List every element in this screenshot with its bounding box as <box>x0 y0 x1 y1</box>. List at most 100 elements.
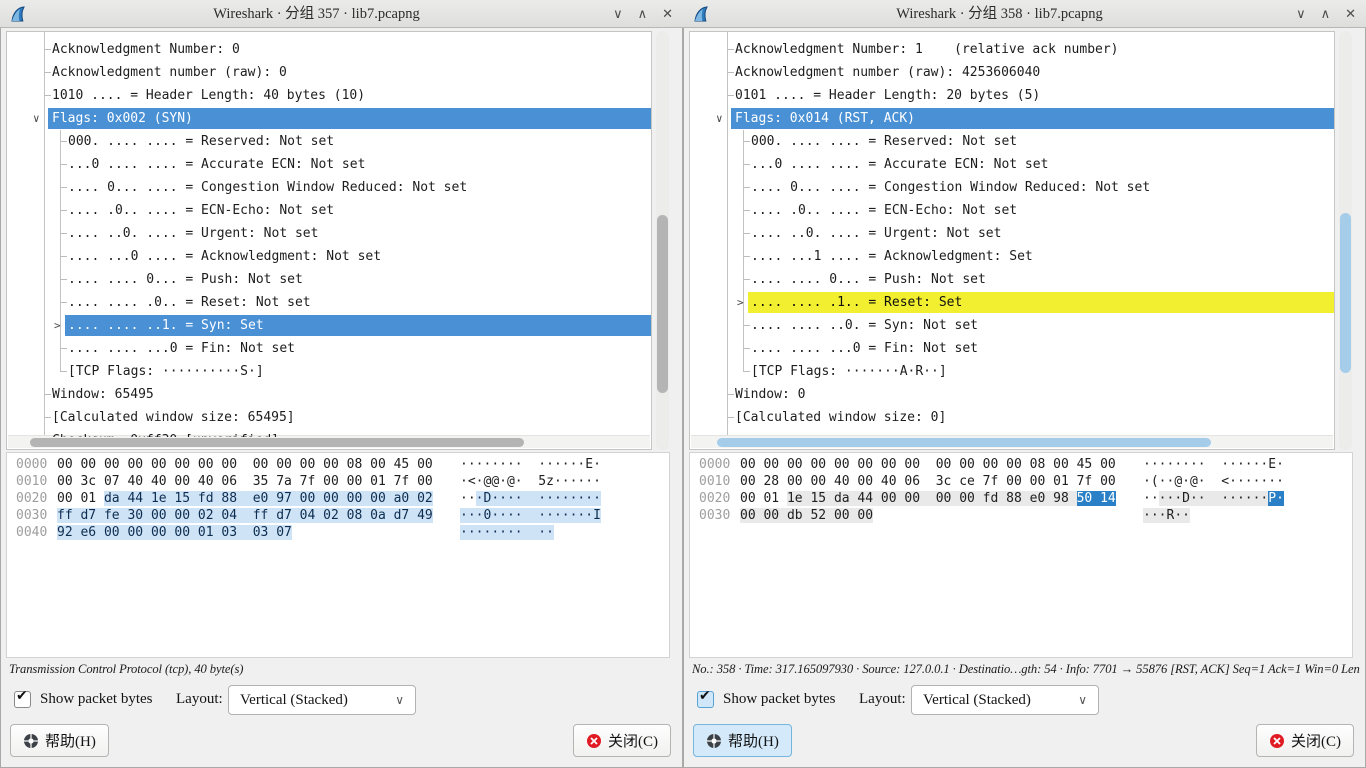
hex-bytes[interactable]: 00 00 00 00 00 00 00 00 00 00 00 00 08 0… <box>57 456 433 473</box>
maximize-button[interactable]: ∧ <box>1321 7 1331 22</box>
tree-row[interactable]: ∨Flags: 0x002 (SYN) <box>7 107 651 130</box>
hex-ascii[interactable]: ···D···· ········ <box>460 490 601 507</box>
scrollbar-thumb[interactable] <box>1340 213 1351 373</box>
tree-row-label: Window: 0 <box>735 383 805 406</box>
packet-bytes-pane[interactable]: 000000 00 00 00 00 00 00 00 00 00 00 00 … <box>689 452 1353 658</box>
scrollbar-thumb[interactable] <box>657 215 668 393</box>
tree-row[interactable]: Acknowledgment Number: 0 <box>7 38 651 61</box>
tree-row[interactable]: [TCP Flags: ··········S·] <box>7 360 651 383</box>
tree-row[interactable]: .... 0... .... = Congestion Window Reduc… <box>7 176 651 199</box>
tree-row[interactable]: 0101 .... = Header Length: 20 bytes (5) <box>690 84 1334 107</box>
hex-row[interactable]: 000000 00 00 00 00 00 00 00 00 00 00 00 … <box>7 456 669 473</box>
tree-row[interactable]: Acknowledgment Number: 1 (relative ack n… <box>690 38 1334 61</box>
tree-row[interactable]: .... .... 0... = Push: Not set <box>690 268 1334 291</box>
tree-row[interactable]: .... .0.. .... = ECN-Echo: Not set <box>7 199 651 222</box>
tree-row[interactable]: .... .... ..0. = Syn: Not set <box>690 314 1334 337</box>
hex-bytes[interactable]: ff d7 fe 30 00 00 02 04 ff d7 04 02 08 0… <box>57 507 433 524</box>
tree-row[interactable]: ...0 .... .... = Accurate ECN: Not set <box>690 153 1334 176</box>
packet-bytes-pane[interactable]: 000000 00 00 00 00 00 00 00 00 00 00 00 … <box>6 452 670 658</box>
expand-arrow-icon[interactable]: > <box>54 314 61 337</box>
tree-row[interactable]: [Calculated window size: 65495] <box>7 406 651 429</box>
tree-row[interactable]: Window: 0 <box>690 383 1334 406</box>
tree-row[interactable]: .... .0.. .... = ECN-Echo: Not set <box>690 199 1334 222</box>
minimize-button[interactable]: ∨ <box>613 7 623 22</box>
packet-detail-pane[interactable]: Acknowledgment Number: 0Acknowledgment n… <box>6 31 652 450</box>
close-button[interactable]: 关闭(C) <box>1256 724 1354 757</box>
tree-row[interactable]: Acknowledgment number (raw): 0 <box>7 61 651 84</box>
tree-row[interactable]: ...0 .... .... = Accurate ECN: Not set <box>7 153 651 176</box>
close-window-button[interactable]: ✕ <box>662 7 673 22</box>
help-button[interactable]: 帮助(H) <box>693 724 792 757</box>
hex-ascii[interactable]: ········ ·· <box>460 524 554 541</box>
tree-row[interactable]: .... ..0. .... = Urgent: Not set <box>7 222 651 245</box>
close-circle-icon <box>1269 733 1285 749</box>
hex-bytes[interactable]: 00 3c 07 40 40 00 40 06 35 7a 7f 00 00 0… <box>57 473 433 490</box>
horizontal-scrollbar[interactable] <box>691 435 1333 448</box>
hex-bytes[interactable]: 00 00 db 52 00 00 <box>740 507 873 524</box>
tree-row[interactable]: >.... .... .1.. = Reset: Set <box>690 291 1334 314</box>
tree-branch-tick <box>727 72 734 73</box>
hex-row[interactable]: 002000 01 da 44 1e 15 fd 88 e0 97 00 00 … <box>7 490 669 507</box>
tree-row[interactable]: .... 0... .... = Congestion Window Reduc… <box>690 176 1334 199</box>
expand-arrow-icon[interactable]: > <box>737 291 744 314</box>
vertical-scrollbar[interactable] <box>656 31 669 450</box>
tree-row[interactable]: Checksum: 0xff30 [unverified] <box>7 429 651 437</box>
chevron-down-icon: ∨ <box>1078 686 1087 714</box>
collapse-arrow-icon[interactable]: ∨ <box>33 107 40 130</box>
collapse-arrow-icon[interactable]: ∨ <box>716 107 723 130</box>
hex-row[interactable]: 000000 00 00 00 00 00 00 00 00 00 00 00 … <box>690 456 1352 473</box>
packet-detail-pane[interactable]: Acknowledgment Number: 1 (relative ack n… <box>689 31 1335 450</box>
hex-ascii[interactable]: ·(··@·@· <······· <box>1143 473 1284 490</box>
hex-ascii[interactable]: ········ ······E· <box>460 456 601 473</box>
hex-bytes[interactable]: 00 01 da 44 1e 15 fd 88 e0 97 00 00 00 0… <box>57 490 433 507</box>
hex-bytes[interactable]: 92 e6 00 00 00 00 01 03 03 07 <box>57 524 292 541</box>
layout-dropdown-value: Vertical (Stacked) <box>240 686 348 714</box>
tree-row-label: .... ..0. .... = Urgent: Not set <box>751 222 1001 245</box>
tree-row[interactable]: Acknowledgment number (raw): 4253606040 <box>690 61 1334 84</box>
hex-ascii[interactable]: ·<·@@·@· 5z······ <box>460 473 601 490</box>
tree-row-label: Acknowledgment number (raw): 0 <box>52 61 287 84</box>
hex-ascii[interactable]: ···R·· <box>1143 507 1190 524</box>
tree-row[interactable]: .... ..0. .... = Urgent: Not set <box>690 222 1334 245</box>
hex-row[interactable]: 001000 3c 07 40 40 00 40 06 35 7a 7f 00 … <box>7 473 669 490</box>
tree-row[interactable]: [TCP Flags: ·······A·R··] <box>690 360 1334 383</box>
tree-row[interactable]: [Calculated window size: 0] <box>690 406 1334 429</box>
show-packet-bytes-checkbox[interactable]: ✔ <box>697 691 714 708</box>
tree-row[interactable]: >.... .... ..1. = Syn: Set <box>7 314 651 337</box>
hex-ascii[interactable]: ········ ······E· <box>1143 456 1284 473</box>
tree-row[interactable]: .... .... ...0 = Fin: Not set <box>690 337 1334 360</box>
tree-row[interactable]: 1010 .... = Header Length: 40 bytes (10) <box>7 84 651 107</box>
scrollbar-thumb[interactable] <box>30 438 524 447</box>
minimize-button[interactable]: ∨ <box>1296 7 1306 22</box>
titlebar[interactable]: Wireshark · 分组 358 · lib7.pcapng ∨ ∧ ✕ <box>683 0 1366 28</box>
tree-row[interactable]: .... .... 0... = Push: Not set <box>7 268 651 291</box>
tree-row[interactable]: 000. .... .... = Reserved: Not set <box>690 130 1334 153</box>
vertical-scrollbar[interactable] <box>1339 31 1352 450</box>
close-window-button[interactable]: ✕ <box>1345 7 1356 22</box>
titlebar[interactable]: Wireshark · 分组 357 · lib7.pcapng ∨ ∧ ✕ <box>0 0 683 28</box>
hex-row[interactable]: 0030ff d7 fe 30 00 00 02 04 ff d7 04 02 … <box>7 507 669 524</box>
tree-row[interactable]: .... ...1 .... = Acknowledgment: Set <box>690 245 1334 268</box>
hex-row[interactable]: 001000 28 00 00 40 00 40 06 3c ce 7f 00 … <box>690 473 1352 490</box>
hex-bytes[interactable]: 00 00 00 00 00 00 00 00 00 00 00 00 08 0… <box>740 456 1116 473</box>
layout-dropdown[interactable]: Vertical (Stacked) ∨ <box>228 685 416 715</box>
hex-ascii[interactable]: ·····D·· ······P· <box>1143 490 1284 507</box>
tree-row[interactable]: .... .... ...0 = Fin: Not set <box>7 337 651 360</box>
tree-row[interactable]: 000. .... .... = Reserved: Not set <box>7 130 651 153</box>
hex-row[interactable]: 003000 00 db 52 00 00···R·· <box>690 507 1352 524</box>
hex-bytes[interactable]: 00 01 1e 15 da 44 00 00 00 00 fd 88 e0 9… <box>740 490 1116 507</box>
hex-row[interactable]: 004092 e6 00 00 00 00 01 03 03 07·······… <box>7 524 669 541</box>
hex-ascii[interactable]: ···0···· ·······I <box>460 507 601 524</box>
tree-row[interactable]: .... ...0 .... = Acknowledgment: Not set <box>7 245 651 268</box>
maximize-button[interactable]: ∧ <box>638 7 648 22</box>
help-button[interactable]: 帮助(H) <box>10 724 109 757</box>
scrollbar-thumb[interactable] <box>717 438 1211 447</box>
show-packet-bytes-checkbox[interactable]: ✔ <box>14 691 31 708</box>
close-button[interactable]: 关闭(C) <box>573 724 671 757</box>
tree-row[interactable]: Window: 65495 <box>7 383 651 406</box>
hex-row[interactable]: 002000 01 1e 15 da 44 00 00 00 00 fd 88 … <box>690 490 1352 507</box>
tree-row[interactable]: .... .... .0.. = Reset: Not set <box>7 291 651 314</box>
tree-row[interactable]: ∨Flags: 0x014 (RST, ACK) <box>690 107 1334 130</box>
hex-bytes[interactable]: 00 28 00 00 40 00 40 06 3c ce 7f 00 00 0… <box>740 473 1116 490</box>
layout-dropdown[interactable]: Vertical (Stacked) ∨ <box>911 685 1099 715</box>
